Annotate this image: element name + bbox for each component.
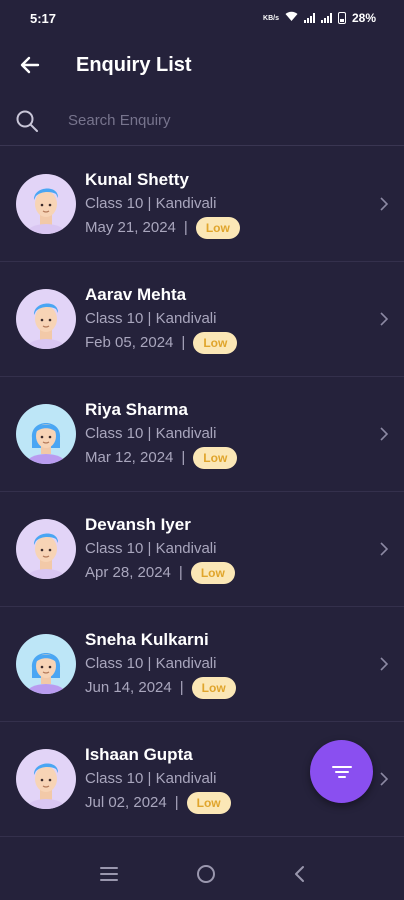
enquiry-name: Ishaan Gupta: [85, 744, 193, 764]
signal-icon-2: [320, 13, 332, 23]
enquiry-name: Sneha Kulkarni: [85, 629, 209, 649]
priority-badge: Low: [195, 216, 240, 239]
enquiry-class-branch: Class 10 | Kandivali: [85, 539, 217, 557]
chevron-right-icon: [380, 657, 388, 671]
enquiry-date: Mar 12, 2024: [85, 449, 174, 466]
chevron-right-icon: [380, 312, 388, 326]
home-circle-icon[interactable]: [196, 864, 216, 884]
boy-avatar: [16, 289, 76, 349]
enquiry-list: Kunal Shetty Class 10 | Kandivali May 21…: [0, 147, 404, 837]
enquiry-row[interactable]: Riya Sharma Class 10 | Kandivali Mar 12,…: [0, 377, 404, 492]
enquiry-name: Kunal Shetty: [85, 169, 189, 189]
enquiry-date: Jul 02, 2024: [85, 794, 167, 811]
enquiry-row[interactable]: Devansh Iyer Class 10 | Kandivali Apr 28…: [0, 492, 404, 607]
enquiry-class-branch: Class 10 | Kandivali: [85, 309, 217, 327]
filter-button[interactable]: [310, 740, 373, 803]
filter-icon: [331, 765, 352, 778]
separator: |: [178, 564, 183, 581]
back-button[interactable]: [0, 40, 60, 90]
search-input[interactable]: [68, 112, 404, 129]
signal-icon: [303, 13, 315, 23]
enquiry-name: Aarav Mehta: [85, 284, 187, 304]
chevron-right-icon: [380, 542, 388, 556]
enquiry-class-branch: Class 10 | Kandivali: [85, 194, 217, 212]
enquiry-class-branch: Class 10 | Kandivali: [85, 654, 217, 672]
enquiry-date: Jun 14, 2024: [85, 679, 172, 696]
separator: |: [181, 334, 186, 351]
chevron-right-icon: [380, 772, 388, 786]
battery-level: 28%: [351, 11, 376, 25]
enquiry-row[interactable]: Aarav Mehta Class 10 | Kandivali Feb 05,…: [0, 262, 404, 377]
enquiry-class-branch: Class 10 | Kandivali: [85, 769, 217, 787]
app-bar: Enquiry List: [0, 40, 404, 90]
menu-icon[interactable]: [99, 866, 119, 882]
status-bar: 5:17 KB/s 28%: [0, 0, 404, 36]
enquiry-row[interactable]: Sneha Kulkarni Class 10 | Kandivali Jun …: [0, 607, 404, 722]
separator: |: [179, 679, 184, 696]
back-chevron-icon[interactable]: [293, 865, 305, 883]
separator: |: [174, 794, 179, 811]
separator: |: [181, 449, 186, 466]
boy-avatar: [16, 174, 76, 234]
system-nav-bar: [0, 848, 404, 900]
priority-badge: Low: [193, 446, 238, 469]
boy-avatar: [16, 749, 76, 809]
search-icon[interactable]: [0, 109, 54, 133]
priority-badge: Low: [191, 676, 236, 699]
enquiry-date: Apr 28, 2024: [85, 564, 171, 581]
page-title: Enquiry List: [76, 53, 192, 76]
priority-badge: Low: [190, 561, 235, 584]
chevron-right-icon: [380, 427, 388, 441]
arrow-left-icon: [20, 56, 40, 74]
status-icons: KB/s 28%: [263, 11, 376, 25]
enquiry-class-branch: Class 10 | Kandivali: [85, 424, 217, 442]
enquiry-date: May 21, 2024: [85, 219, 176, 236]
girl-avatar: [16, 634, 76, 694]
priority-badge: Low: [193, 331, 238, 354]
enquiry-name: Riya Sharma: [85, 399, 188, 419]
search-bar: [0, 96, 404, 146]
enquiry-date: Feb 05, 2024: [85, 334, 174, 351]
wifi-icon: [285, 11, 298, 25]
enquiry-row[interactable]: Kunal Shetty Class 10 | Kandivali May 21…: [0, 147, 404, 262]
girl-avatar: [16, 404, 76, 464]
separator: |: [183, 219, 188, 236]
priority-badge: Low: [186, 791, 231, 814]
network-speed-icon: KB/s: [263, 14, 279, 22]
chevron-right-icon: [380, 197, 388, 211]
boy-avatar: [16, 519, 76, 579]
status-time: 5:17: [30, 10, 57, 26]
enquiry-name: Devansh Iyer: [85, 514, 191, 534]
battery-icon: [337, 12, 346, 24]
